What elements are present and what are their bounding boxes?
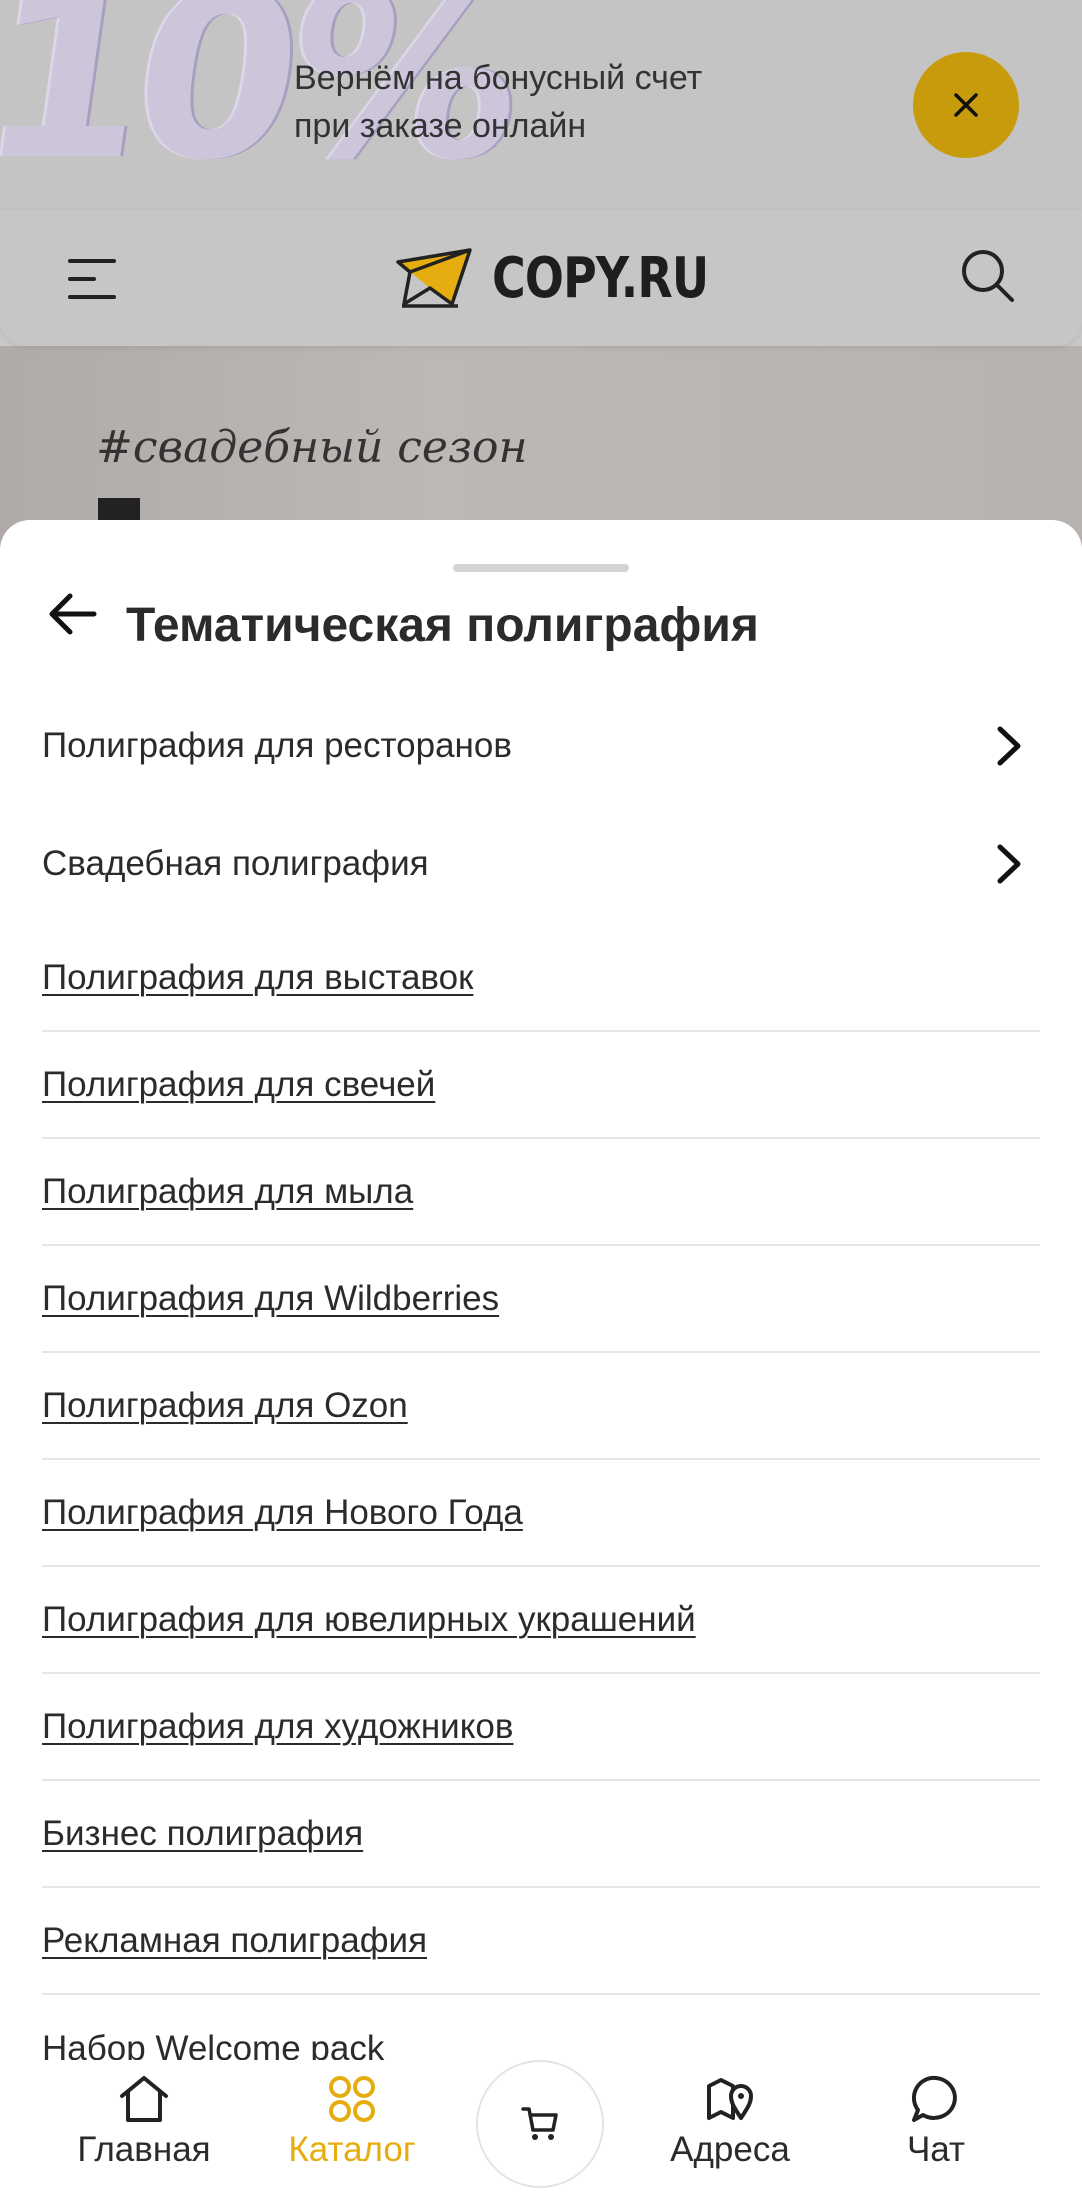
sheet-title: Тематическая полиграфия (126, 599, 759, 652)
hero-banner: #свадебный сезон (0, 346, 1082, 546)
site-header: COPY.RU (0, 210, 1082, 346)
category-label: Свадебная полиграфия (42, 844, 429, 883)
nav-addresses-label: Адреса (670, 2130, 790, 2169)
logo[interactable]: COPY.RU (394, 245, 756, 311)
bottom-nav: Главная Каталог Адреса Чат (0, 2060, 1082, 2202)
nav-home-label: Главная (77, 2130, 211, 2169)
cart-icon (521, 2107, 558, 2140)
map-pin-icon (707, 2078, 753, 2120)
chevron-right-icon (997, 844, 1021, 884)
link-advertising[interactable]: Рекламная полиграфия (42, 1921, 427, 1961)
paper-plane-logo-icon (396, 248, 472, 308)
promo-text-line1: Вернём на бонусный счет (294, 59, 703, 97)
cart-button[interactable] (476, 2060, 604, 2188)
list-item: Полиграфия для художников (42, 1674, 1040, 1781)
menu-button[interactable] (66, 253, 118, 305)
link-jewelry[interactable]: Полиграфия для ювелирных украшений (42, 1600, 696, 1640)
category-label: Полиграфия для ресторанов (42, 726, 512, 765)
nav-catalog[interactable]: Каталог (262, 2074, 442, 2170)
category-wedding[interactable]: Свадебная полиграфия (42, 834, 1040, 894)
link-business[interactable]: Бизнес полиграфия (42, 1814, 363, 1854)
nav-addresses[interactable]: Адреса (640, 2074, 820, 2170)
list-item: Полиграфия для ювелирных украшений (42, 1567, 1040, 1674)
close-icon (954, 93, 978, 117)
catalog-sheet: Тематическая полиграфия Полиграфия для р… (0, 520, 1082, 2202)
link-ozon[interactable]: Полиграфия для Ozon (42, 1386, 408, 1426)
promo-close-button[interactable] (913, 52, 1019, 158)
home-icon (120, 2076, 168, 2122)
link-artists[interactable]: Полиграфия для художников (42, 1707, 513, 1747)
category-links: Полиграфия для выставок Полиграфия для с… (42, 925, 1040, 2102)
link-candles[interactable]: Полиграфия для свечей (42, 1065, 435, 1105)
promo-banner: 10% Вернём на бонусный счет при заказе о… (0, 0, 1082, 210)
nav-catalog-label: Каталог (288, 2130, 416, 2169)
list-item: Полиграфия для мыла (42, 1139, 1040, 1246)
list-item: Полиграфия для Ozon (42, 1353, 1040, 1460)
back-button[interactable] (46, 586, 102, 642)
nav-chat-label: Чат (906, 2130, 966, 2169)
hamburger-icon (68, 259, 116, 299)
search-button[interactable] (958, 246, 1018, 306)
list-item: Полиграфия для свечей (42, 1032, 1040, 1139)
sheet-grabber[interactable] (453, 564, 629, 572)
search-icon (962, 250, 1014, 302)
list-item: Полиграфия для выставок (42, 925, 1040, 1032)
arrow-left-icon (49, 593, 97, 635)
promo-text: Вернём на бонусный счет при заказе онлай… (294, 54, 854, 150)
logo-text: COPY.RU (492, 245, 709, 311)
nav-home[interactable]: Главная (54, 2074, 234, 2170)
link-exhibitions[interactable]: Полиграфия для выставок (42, 958, 473, 998)
link-soap[interactable]: Полиграфия для мыла (42, 1172, 413, 1212)
grid-icon (329, 2076, 375, 2122)
list-item: Рекламная полиграфия (42, 1888, 1040, 1995)
chevron-right-icon (997, 726, 1021, 766)
link-wildberries[interactable]: Полиграфия для Wildberries (42, 1279, 499, 1319)
list-item: Полиграфия для Wildberries (42, 1246, 1040, 1353)
list-item: Полиграфия для Нового Года (42, 1460, 1040, 1567)
hero-tag: #свадебный сезон (96, 422, 528, 473)
link-new-year[interactable]: Полиграфия для Нового Года (42, 1493, 523, 1533)
nav-chat[interactable]: Чат (846, 2074, 1026, 2170)
promo-text-line2: при заказе онлайн (294, 107, 587, 145)
category-restaurants[interactable]: Полиграфия для ресторанов (42, 716, 1040, 776)
chat-icon (911, 2075, 957, 2122)
list-item: Бизнес полиграфия (42, 1781, 1040, 1888)
